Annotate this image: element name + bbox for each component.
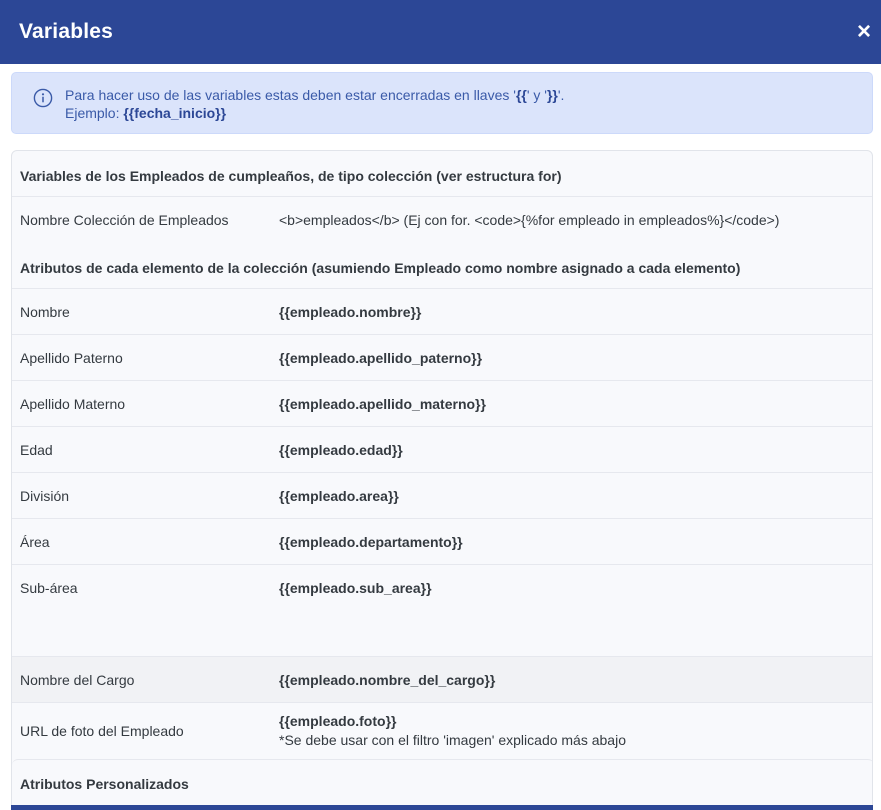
row-label: Apellido Materno <box>20 396 126 412</box>
modal-title: Variables <box>19 20 114 43</box>
row-note: *Se debe usar con el filtro 'imagen' exp… <box>279 732 626 748</box>
example-variable: {{fecha_inicio}} <box>123 105 227 121</box>
row-value: {{empleado.sub_area}} <box>279 580 432 596</box>
row-value: {{empleado.nombre}} <box>279 304 422 320</box>
row-label: Apellido Paterno <box>20 350 123 366</box>
table-row: Área {{empleado.departamento}} <box>12 519 872 565</box>
table-row: Nombre {{empleado.nombre}} <box>12 289 872 335</box>
table-row: Apellido Paterno {{empleado.apellido_pat… <box>12 335 872 381</box>
row-value: {{empleado.apellido_paterno}} <box>279 350 483 366</box>
row-value: {{empleado.departamento}} <box>279 534 463 550</box>
row-value: {{empleado.foto}} <box>279 713 397 729</box>
section-header-collection: Variables de los Empleados de cumpleaños… <box>12 151 872 197</box>
row-label: Edad <box>20 442 53 458</box>
row-label: Nombre <box>20 304 70 320</box>
row-value: {{empleado.edad}} <box>279 442 403 458</box>
table-row: Edad {{empleado.edad}} <box>12 427 872 473</box>
info-text-line1: Para hacer uso de las variables estas de… <box>65 87 565 103</box>
row-label: Sub-área <box>20 580 78 596</box>
modal-body: Para hacer uso de las variables estas de… <box>0 64 881 810</box>
table-row: Nombre Colección de Empleados <b>emplead… <box>12 197 872 243</box>
info-alert: Para hacer uso de las variables estas de… <box>11 72 873 134</box>
table-row: Sub-área {{empleado.sub_area}} <box>12 565 872 657</box>
row-label: Nombre del Cargo <box>20 672 135 688</box>
row-label: URL de foto del Empleado <box>20 723 184 739</box>
variables-card: Variables de los Empleados de cumpleaños… <box>11 150 873 810</box>
info-text-line2: Ejemplo: {{fecha_inicio}} <box>65 105 227 121</box>
row-value: {{empleado.nombre_del_cargo}} <box>279 672 496 688</box>
info-circle-icon <box>33 88 53 108</box>
row-label: División <box>20 488 70 504</box>
table-row: División {{empleado.area}} <box>12 473 872 519</box>
row-value: <b>empleados</b> (Ej con for. <code>{%fo… <box>279 212 780 228</box>
row-label: Nombre Colección de Empleados <box>20 212 229 228</box>
row-value: {{empleado.apellido_materno}} <box>279 396 486 412</box>
table-row: Apellido Materno {{empleado.apellido_mat… <box>12 381 872 427</box>
section-title: Atributos de cada elemento de la colecci… <box>20 260 741 276</box>
row-value: {{empleado.area}} <box>279 488 399 504</box>
section-header-attributes: Atributos de cada elemento de la colecci… <box>12 243 872 289</box>
row-label: Área <box>20 534 50 550</box>
modal-header: Variables × <box>0 0 881 64</box>
table-row: Nombre del Cargo {{empleado.nombre_del_c… <box>12 657 872 703</box>
table-row: URL de foto del Empleado {{empleado.foto… <box>12 703 872 759</box>
close-icon[interactable]: × <box>853 20 875 44</box>
section-title: Variables de los Empleados de cumpleaños… <box>20 168 562 184</box>
section-header-custom: Atributos Personalizados <box>12 759 872 805</box>
section-title: Atributos Personalizados <box>20 776 189 792</box>
modal-footer-bar <box>11 805 873 810</box>
